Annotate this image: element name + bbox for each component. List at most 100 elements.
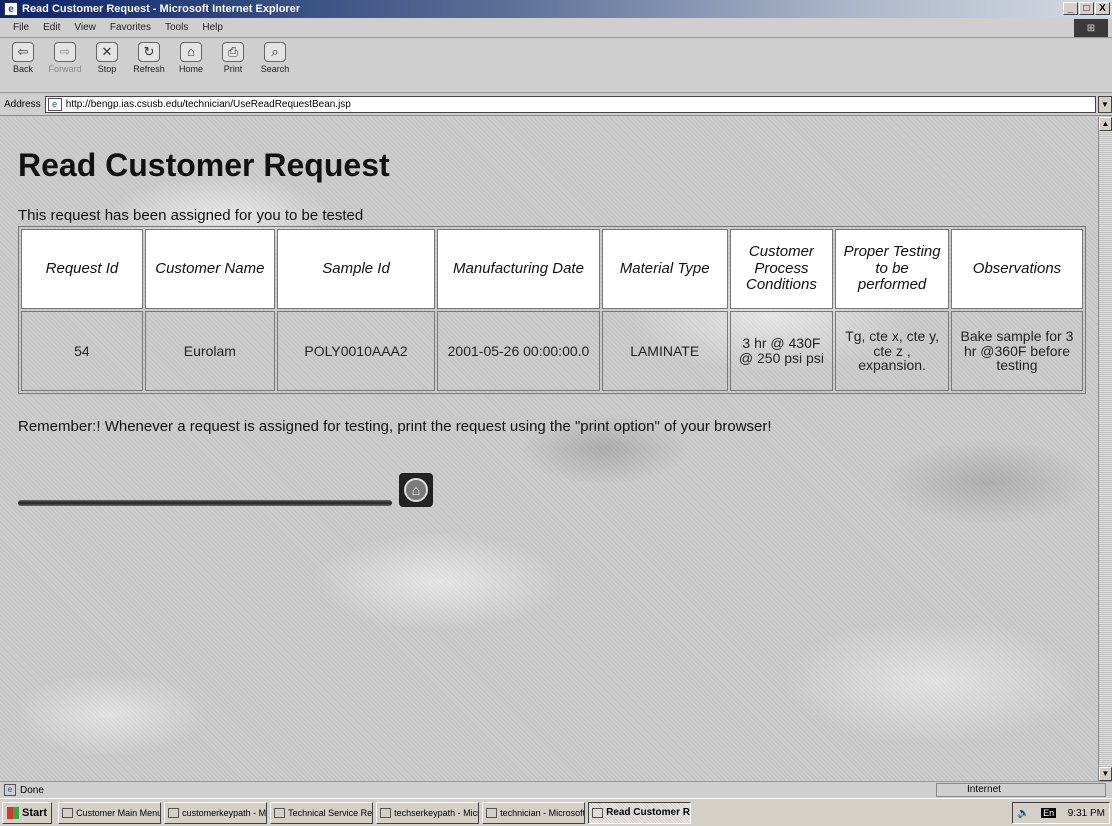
taskbar-item-active[interactable]: Read Customer R... bbox=[588, 801, 692, 824]
toolbar: ⇦ Back ⇨ Forward ✕ Stop ↻ Refresh ⌂ Home… bbox=[0, 39, 1112, 93]
scroll-down-arrow-icon[interactable]: ▼ bbox=[1099, 767, 1112, 781]
ie-icon bbox=[62, 807, 74, 818]
header-customer-name: Customer Name bbox=[144, 229, 275, 309]
ie-icon bbox=[380, 807, 392, 818]
address-label: Address bbox=[4, 99, 41, 110]
page-title: Read Customer Request bbox=[18, 147, 390, 183]
taskbar-item-label: Customer Main Menu ... bbox=[76, 807, 162, 818]
cell-sample-id: POLY0010AAA2 bbox=[276, 311, 436, 391]
header-process-conditions: Customer Process Conditions bbox=[729, 229, 834, 309]
taskbar-item-label: Read Customer R... bbox=[606, 807, 692, 818]
window-title: Read Customer Request - Microsoft Intern… bbox=[22, 3, 301, 15]
back-button[interactable]: ⇦ Back bbox=[4, 42, 42, 74]
home-icon: ⌂ bbox=[180, 42, 202, 62]
printer-icon: ⎙ bbox=[222, 42, 244, 62]
header-proper-testing: Proper Testing to be performed bbox=[835, 229, 949, 309]
back-label: Back bbox=[12, 64, 33, 74]
taskbar-item-label: techserkeypath - Micr... bbox=[394, 807, 480, 818]
status-text: Done bbox=[20, 784, 44, 796]
close-button[interactable]: X bbox=[1095, 2, 1110, 15]
refresh-icon: ↻ bbox=[138, 42, 160, 62]
search-label: Search bbox=[260, 64, 290, 74]
cell-material-type: LAMINATE bbox=[601, 311, 728, 391]
forward-arrow-icon: ⇨ bbox=[54, 42, 76, 62]
ie-icon bbox=[486, 807, 498, 818]
menu-favorites[interactable]: Favorites bbox=[103, 22, 158, 33]
cell-observations: Bake sample for 3 hr @360F before testin… bbox=[950, 311, 1083, 391]
language-indicator[interactable]: En bbox=[1041, 808, 1057, 818]
zone-label: Internet bbox=[967, 784, 1001, 795]
back-arrow-icon: ⇦ bbox=[12, 42, 34, 62]
ie-icon bbox=[592, 807, 604, 818]
table-header-row: Request Id Customer Name Sample Id Manuf… bbox=[21, 229, 1083, 309]
status-bar: e Done Internet bbox=[0, 781, 1112, 798]
home-label: Home bbox=[178, 64, 203, 74]
search-icon: ⌕ bbox=[264, 42, 286, 62]
header-sample-id: Sample Id bbox=[276, 229, 436, 309]
print-label: Print bbox=[223, 64, 243, 74]
windows-logo-icon: ⊞ bbox=[1074, 19, 1108, 37]
stop-button[interactable]: ✕ Stop bbox=[88, 42, 126, 74]
ie-icon bbox=[168, 807, 180, 818]
menu-help[interactable]: Help bbox=[195, 22, 230, 33]
taskbar-item[interactable]: Customer Main Menu ... bbox=[58, 801, 162, 824]
menu-view[interactable]: View bbox=[67, 22, 103, 33]
assigned-message: This request has been assigned for you t… bbox=[18, 207, 364, 224]
refresh-label: Refresh bbox=[133, 64, 165, 74]
clock[interactable]: 9:31 PM bbox=[1068, 808, 1105, 819]
refresh-button[interactable]: ↻ Refresh bbox=[130, 42, 168, 74]
search-button[interactable]: ⌕ Search bbox=[256, 42, 294, 74]
system-tray: 🔈 En 9:31 PM bbox=[1012, 802, 1110, 824]
home-icon: ⌂ bbox=[404, 478, 428, 502]
scroll-up-arrow-icon[interactable]: ▲ bbox=[1099, 117, 1112, 131]
taskbar-item[interactable]: Technical Service Re... bbox=[270, 801, 374, 824]
address-dropdown-button[interactable]: ▼ bbox=[1098, 96, 1112, 113]
start-button[interactable]: Start bbox=[2, 801, 53, 824]
table-row: 54 Eurolam POLY0010AAA2 2001-05-26 00:00… bbox=[21, 311, 1083, 391]
stop-icon: ✕ bbox=[96, 42, 118, 62]
header-material-type: Material Type bbox=[601, 229, 728, 309]
header-request-id: Request Id bbox=[21, 229, 143, 309]
stop-label: Stop bbox=[97, 64, 117, 74]
minimize-button[interactable]: _ bbox=[1063, 2, 1078, 15]
page-done-icon: e bbox=[4, 784, 16, 796]
page-icon: e bbox=[47, 98, 62, 111]
address-input[interactable]: e http://bengp.ias.csusb.edu/technician/… bbox=[44, 96, 1096, 113]
ie-icon bbox=[274, 807, 286, 818]
request-table: Request Id Customer Name Sample Id Manuf… bbox=[18, 226, 1086, 394]
reminder-message: Remember:! Whenever a request is assigne… bbox=[18, 418, 772, 435]
cell-manufacturing-date: 2001-05-26 00:00:00.0 bbox=[437, 311, 600, 391]
vertical-scrollbar[interactable]: ▲ ▼ bbox=[1098, 117, 1112, 781]
menu-file[interactable]: File bbox=[6, 22, 36, 33]
forward-label: Forward bbox=[48, 64, 82, 74]
speaker-icon[interactable]: 🔈 bbox=[1017, 808, 1029, 819]
print-button[interactable]: ⎙ Print bbox=[214, 42, 252, 74]
address-bar: Address e http://bengp.ias.csusb.edu/tec… bbox=[0, 94, 1112, 116]
taskbar-item[interactable]: customerkeypath - Mi... bbox=[164, 801, 268, 824]
ie-icon: e bbox=[4, 2, 18, 16]
taskbar-item-label: technician - Microsoft ... bbox=[500, 807, 586, 818]
cell-proper-testing: Tg, cte x, cte y, cte z , expansion. bbox=[835, 311, 949, 391]
header-observations: Observations bbox=[950, 229, 1083, 309]
taskbar-item-label: Technical Service Re... bbox=[288, 807, 374, 818]
page-content: Read Customer Request This request has b… bbox=[0, 117, 1098, 781]
home-button[interactable]: ⌂ Home bbox=[172, 42, 210, 74]
start-label: Start bbox=[22, 806, 48, 819]
cell-process-conditions: 3 hr @ 430F @ 250 psi psi bbox=[729, 311, 834, 391]
divider-bar bbox=[18, 500, 392, 506]
menu-tools[interactable]: Tools bbox=[158, 22, 195, 33]
header-manufacturing-date: Manufacturing Date bbox=[437, 229, 600, 309]
forward-button[interactable]: ⇨ Forward bbox=[46, 42, 84, 74]
security-zone: Internet bbox=[936, 783, 1106, 797]
menu-bar: File Edit View Favorites Tools Help ⊞ bbox=[0, 18, 1112, 38]
taskbar-item[interactable]: technician - Microsoft ... bbox=[482, 801, 586, 824]
maximize-button[interactable]: □ bbox=[1079, 2, 1094, 15]
windows-flag-icon bbox=[7, 806, 19, 819]
menu-edit[interactable]: Edit bbox=[36, 22, 67, 33]
title-bar[interactable]: e Read Customer Request - Microsoft Inte… bbox=[0, 0, 1112, 18]
taskbar: Start Customer Main Menu ... customerkey… bbox=[0, 798, 1112, 826]
taskbar-item-label: customerkeypath - Mi... bbox=[182, 807, 268, 818]
home-link-button[interactable]: ⌂ bbox=[399, 473, 433, 507]
cell-customer-name: Eurolam bbox=[144, 311, 275, 391]
taskbar-item[interactable]: techserkeypath - Micr... bbox=[376, 801, 480, 824]
